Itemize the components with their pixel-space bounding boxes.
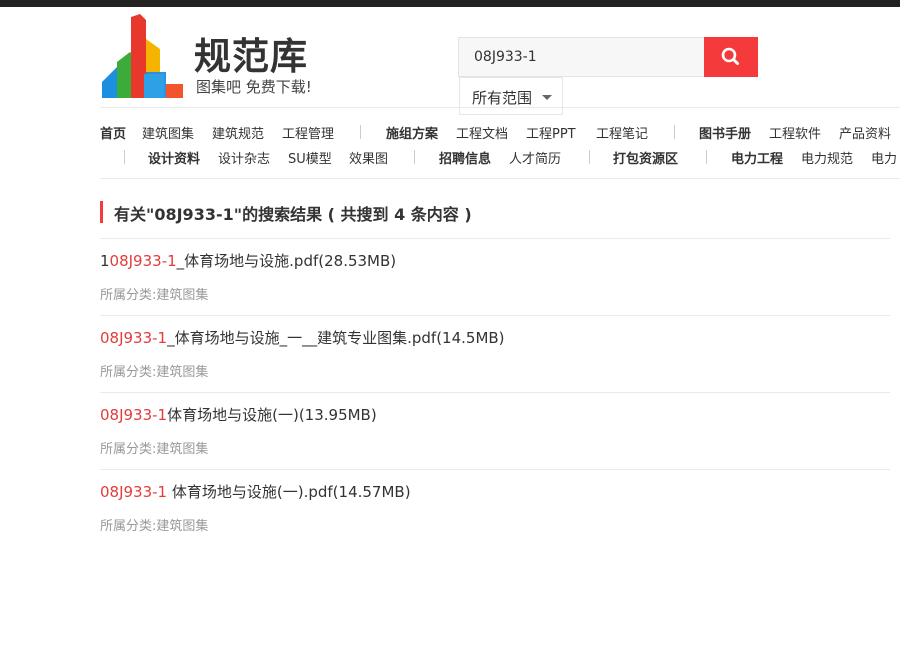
result-category-link[interactable]: 建筑图集	[156, 288, 208, 303]
result-category-label: 所属分类:	[100, 288, 157, 303]
result-title-highlight: 08J933-1	[100, 483, 168, 501]
nav-item-jobs[interactable]: 招聘信息	[439, 148, 491, 167]
divider	[100, 238, 890, 239]
result-title-link[interactable]: 108J933-1_体育场地与设施.pdf(28.53MB)	[100, 250, 396, 271]
nav-item-notes[interactable]: 工程笔记	[596, 123, 648, 142]
result-title-rest: 体育场地与设施(一)(13.95MB)	[167, 406, 377, 424]
nav-item-books[interactable]: 图书手册	[699, 123, 751, 142]
nav-item-standards[interactable]: 建筑规范	[212, 123, 264, 142]
caret-down-icon	[542, 95, 552, 100]
site-logo[interactable]: 规范库 图集吧 免费下载!	[100, 14, 330, 100]
result-category: 所属分类:建筑图集	[100, 284, 208, 303]
result-title-link[interactable]: 08J933-1 体育场地与设施(一).pdf(14.57MB)	[100, 481, 411, 502]
result-category: 所属分类:建筑图集	[100, 438, 208, 457]
nav-separator	[589, 150, 590, 164]
results-heading: 有关"08J933-1"的搜索结果 ( 共搜到 4 条内容 )	[100, 201, 472, 224]
nav-item-design-magazines[interactable]: 设计杂志	[218, 148, 270, 167]
nav-divider-top	[100, 107, 900, 108]
result-category-link[interactable]: 建筑图集	[156, 442, 208, 457]
result-category-link[interactable]: 建筑图集	[156, 365, 208, 380]
result-title-rest: _体育场地与设施_一__建筑专业图集.pdf(14.5MB)	[167, 329, 505, 347]
nav-separator	[706, 150, 707, 164]
result-category: 所属分类:建筑图集	[100, 361, 208, 380]
result-title-prefix: 1	[100, 252, 110, 270]
result-category-link[interactable]: 建筑图集	[156, 519, 208, 534]
nav-item-power-standards[interactable]: 电力规范	[801, 148, 853, 167]
nav-item-bundles[interactable]: 打包资源区	[613, 148, 678, 167]
nav-separator	[674, 125, 675, 139]
search-scope-value: 所有范围	[472, 89, 533, 107]
nav-item-resumes[interactable]: 人才简历	[509, 148, 561, 167]
result-title-rest: 体育场地与设施(一).pdf(14.57MB)	[167, 483, 411, 501]
divider	[100, 469, 890, 470]
nav-item-power-more[interactable]: 电力	[871, 148, 897, 167]
nav-item-renderings[interactable]: 效果图	[349, 148, 388, 167]
nav-separator	[360, 125, 361, 139]
nav-item-design-materials[interactable]: 设计资料	[148, 148, 200, 167]
nav-item-documents[interactable]: 工程文档	[456, 123, 508, 142]
top-bar	[0, 0, 900, 7]
nav-item-software[interactable]: 工程软件	[769, 123, 821, 142]
nav-item-management[interactable]: 工程管理	[282, 123, 334, 142]
divider	[100, 315, 890, 316]
result-category-label: 所属分类:	[100, 442, 157, 457]
result-title-rest: _体育场地与设施.pdf(28.53MB)	[176, 252, 397, 270]
result-title-highlight: 08J933-1	[100, 406, 168, 424]
result-category-label: 所属分类:	[100, 519, 157, 534]
search-icon	[721, 47, 739, 65]
result-title-link[interactable]: 08J933-1_体育场地与设施_一__建筑专业图集.pdf(14.5MB)	[100, 327, 505, 348]
search-input[interactable]	[458, 37, 704, 77]
result-category-label: 所属分类:	[100, 365, 157, 380]
search-button[interactable]	[704, 37, 758, 77]
logo-mark	[102, 14, 183, 98]
search-bar	[458, 37, 758, 77]
nav-item-ppt[interactable]: 工程PPT	[526, 123, 576, 142]
nav-separator	[124, 150, 125, 164]
nav-divider-bottom	[100, 178, 900, 179]
result-category: 所属分类:建筑图集	[100, 515, 208, 534]
nav-item-atlas[interactable]: 建筑图集	[142, 123, 194, 142]
result-title-highlight: 08J933-1	[109, 252, 177, 270]
nav-item-power-engineering[interactable]: 电力工程	[731, 148, 783, 167]
nav-item-construction-plans[interactable]: 施组方案	[386, 123, 438, 142]
result-title-link[interactable]: 08J933-1体育场地与设施(一)(13.95MB)	[100, 404, 377, 425]
result-title-highlight: 08J933-1	[100, 329, 168, 347]
logo-title: 规范库	[194, 35, 308, 78]
nav-separator	[414, 150, 415, 164]
nav-item-home[interactable]: 首页	[100, 123, 126, 142]
divider	[100, 392, 890, 393]
nav-item-su-models[interactable]: SU模型	[288, 148, 332, 167]
nav-item-products[interactable]: 产品资料	[839, 123, 891, 142]
search-scope-select[interactable]: 所有范围	[459, 77, 563, 115]
logo-slogan: 图集吧 免费下载!	[196, 78, 312, 96]
